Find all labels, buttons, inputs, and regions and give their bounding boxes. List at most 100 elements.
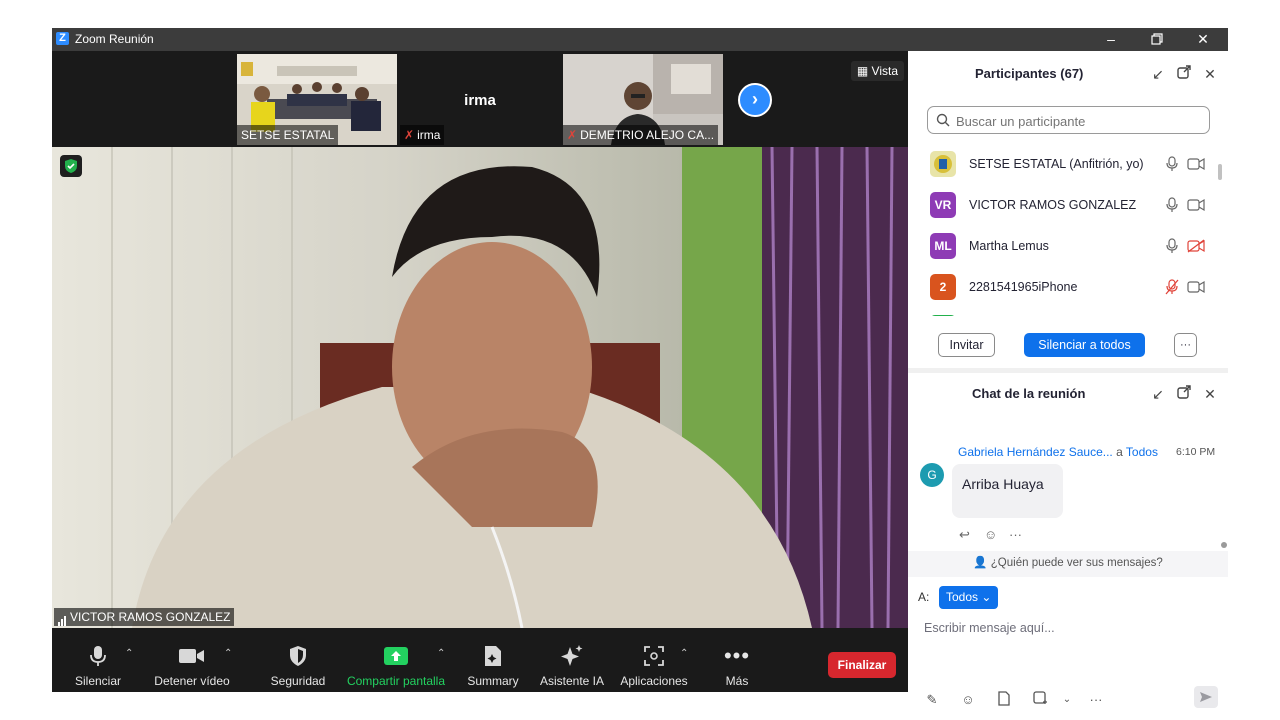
participants-title: Participantes (67) [975,66,1084,81]
who-can-see-label: ¿Quién puede ver sus mensajes? [990,557,1163,569]
meeting-toolbar: Silenciar ⌃ Detener vídeo ⌃ Seguridad Co… [52,628,908,692]
sparkle-icon [561,645,583,666]
close-participants-icon[interactable]: ✕ [1201,65,1219,83]
video-thumbnail[interactable]: SETSE ESTATAL [237,54,397,145]
apps-button[interactable]: Aplicaciones [616,628,692,692]
camera-icon[interactable] [1187,157,1205,171]
avatar: ML [930,233,956,259]
participant-search[interactable] [927,106,1210,134]
end-meeting-button[interactable]: Finalizar [828,652,896,678]
participant-name: Martha Lemus [969,239,1049,253]
search-input[interactable] [954,111,1198,131]
participant-row[interactable]: SETSE ESTATAL (Anfitrión, yo) [908,144,1220,185]
share-options-chevron-icon[interactable]: ⌃ [437,648,445,659]
chat-scrollbar[interactable] [1221,542,1227,548]
stop-video-button[interactable]: Detener vídeo [152,628,232,692]
chat-title: Chat de la reunión [972,386,1086,401]
participant-row[interactable]: 2 2281541965iPhone [908,267,1220,308]
message-sender[interactable]: Gabriela Hernández Sauce... [958,445,1113,459]
microphone-icon[interactable] [1165,197,1179,213]
active-speaker-video: VICTOR RAMOS GONZALEZ [52,147,908,628]
send-button[interactable] [1194,686,1218,708]
participant-row[interactable]: VR VICTOR RAMOS GONZALEZ [908,185,1220,226]
panel-divider [908,368,1228,373]
security-shield-icon [60,155,82,177]
emoji-icon[interactable]: ☺ [959,691,977,709]
emoji-reaction-icon[interactable]: ☺ [984,527,997,542]
participant-name: VICTOR RAMOS GONZALEZ [969,198,1137,212]
microphone-icon[interactable] [1165,238,1179,254]
format-text-icon[interactable]: ✎ [923,691,941,709]
shield-icon [290,646,306,666]
message-time: 6:10 PM [1176,446,1216,458]
participants-scrollbar[interactable] [1218,164,1222,180]
next-page-button[interactable]: › [738,83,772,117]
close-chat-icon[interactable]: ✕ [1201,385,1219,403]
chat-message-input[interactable] [922,617,1216,639]
video-thumbnail[interactable]: irma ✗ irma [400,54,560,145]
chat-more-icon[interactable]: ··· [1087,691,1105,709]
thumbnail-name: ✗ DEMETRIO ALEJO CA... [563,125,719,145]
minimize-button[interactable]: – [1088,28,1134,51]
participant-name: SETSE ESTATAL (Anfitrión, yo) [969,157,1144,171]
ai-assistant-button[interactable]: Asistente IA [536,628,608,692]
pop-out-icon[interactable] [1175,65,1193,83]
view-label: Vista [871,64,898,78]
screenshot-icon[interactable] [1031,691,1049,709]
restore-button[interactable] [1134,28,1180,51]
camera-off-icon[interactable] [1187,239,1205,253]
video-options-chevron-icon[interactable]: ⌃ [224,648,232,659]
thumbnail-name-text: DEMETRIO ALEJO CA... [580,128,715,142]
message-more-icon[interactable]: ··· [1009,527,1022,542]
invite-button[interactable]: Invitar [938,333,995,357]
avatar: VR [930,192,956,218]
more-button[interactable]: ••• Más [712,628,762,692]
recipient-dropdown[interactable]: Todos ⌄ [939,586,998,609]
thumbnail-name: SETSE ESTATAL [237,125,339,145]
close-window-button[interactable]: ✕ [1180,28,1226,51]
camera-icon[interactable] [1187,280,1205,294]
speaker-name: VICTOR RAMOS GONZALEZ [70,610,231,624]
security-button[interactable]: Seguridad [268,628,328,692]
more-dots-icon: ••• [723,643,751,668]
signal-bars-icon [58,608,67,626]
reply-icon[interactable]: ↩ [959,527,970,543]
screenshot-options-chevron-icon[interactable]: ⌄ [1058,691,1076,709]
message-bubble: Arriba Huaya [952,464,1063,518]
mute-label: Silenciar [74,674,122,688]
share-screen-label: Compartir pantalla [346,674,446,688]
union-logo-icon [930,151,956,177]
microphone-icon [90,646,106,666]
who-can-see-messages[interactable]: 👤 ¿Quién puede ver sus mensajes? [908,551,1228,577]
collapse-icon[interactable]: ↙ [1149,65,1167,83]
speaker-name-label: VICTOR RAMOS GONZALEZ [54,608,235,626]
microphone-muted-icon[interactable] [1165,279,1179,295]
more-label: Más [725,674,749,688]
microphone-icon[interactable] [1165,156,1179,172]
to-label: A: [918,590,930,604]
side-panel: Participantes (67) ↙ ✕ SETSE ESTATAL (An… [908,51,1228,708]
apps-icon [644,646,664,666]
chat-pop-out-icon[interactable] [1175,385,1193,403]
apps-options-chevron-icon[interactable]: ⌃ [680,648,688,659]
message-recipient: Todos [1125,445,1158,459]
chat-collapse-icon[interactable]: ↙ [1149,385,1167,403]
file-icon[interactable] [995,691,1013,709]
mute-button[interactable]: Silenciar [68,628,128,692]
participant-row-partial[interactable] [908,308,1220,316]
user-lock-icon: 👤 [973,557,988,569]
view-button[interactable]: ▦ Vista [850,61,904,81]
speaker-video-frame [52,147,908,628]
security-label: Seguridad [270,674,326,688]
share-screen-button[interactable]: Compartir pantalla [342,628,450,692]
audio-options-chevron-icon[interactable]: ⌃ [125,648,133,659]
camera-icon[interactable] [1187,198,1205,212]
participant-row[interactable]: ML Martha Lemus [908,226,1220,267]
video-thumbnail[interactable]: ✗ DEMETRIO ALEJO CA... [563,54,723,145]
more-options-button[interactable]: ··· [1174,333,1197,357]
summary-button[interactable]: Summary [462,628,524,692]
video-camera-icon [179,649,204,663]
mute-all-button[interactable]: Silenciar a todos [1024,333,1145,357]
avatar [930,315,956,316]
thumbnail-center-name: irma [464,92,496,109]
